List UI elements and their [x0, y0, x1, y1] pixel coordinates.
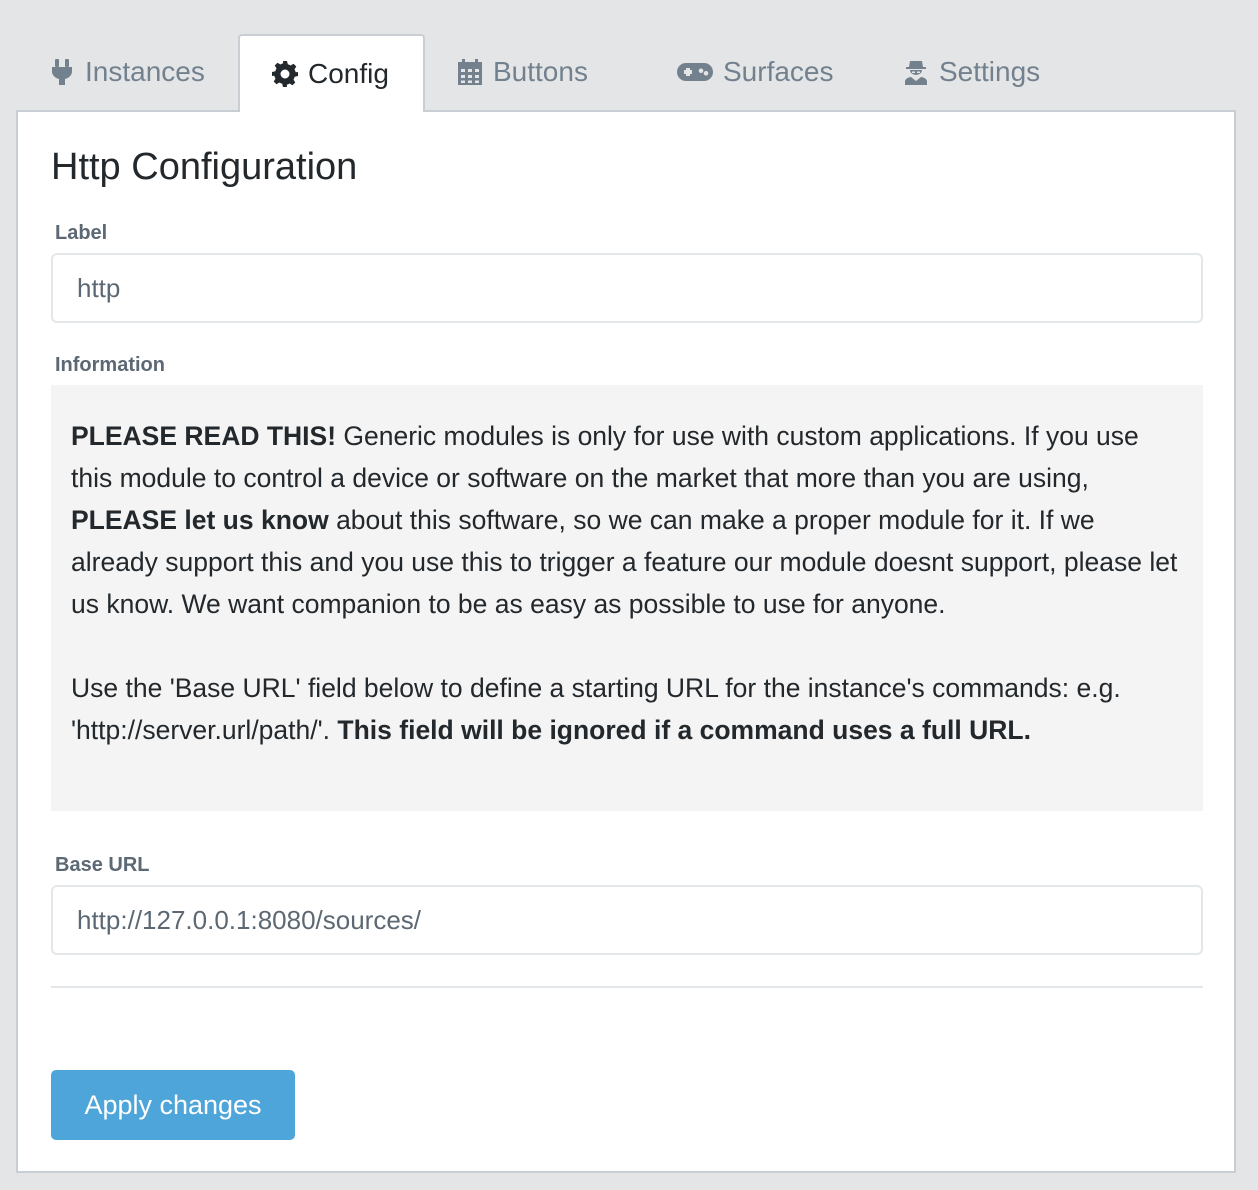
- information-box: PLEASE READ THIS! Generic modules is onl…: [51, 385, 1203, 811]
- info-ignored-bold: This field will be ignored if a command …: [337, 715, 1031, 745]
- user-secret-icon: [905, 61, 927, 85]
- label-field-label: Label: [55, 222, 108, 244]
- base-url-label: Base URL: [55, 854, 150, 876]
- tab-buttons[interactable]: Buttons: [425, 34, 645, 110]
- page-title: Http Configuration: [51, 146, 358, 188]
- tab-surfaces[interactable]: Surfaces: [645, 34, 871, 110]
- label-input[interactable]: [51, 253, 1203, 323]
- gamepad-icon: [677, 63, 713, 81]
- apply-changes-button[interactable]: Apply changes: [51, 1070, 295, 1140]
- base-url-input[interactable]: [51, 885, 1203, 955]
- tab-config-label: Config: [308, 58, 389, 89]
- tab-surfaces-label: Surfaces: [723, 56, 834, 87]
- gear-icon: [272, 61, 298, 87]
- information-paragraph-1: PLEASE READ THIS! Generic modules is onl…: [71, 415, 1183, 625]
- tab-instances-label: Instances: [85, 56, 205, 87]
- nav-tabs: Instances Config Buttons Surfaces Settin…: [17, 34, 1061, 112]
- calendar-grid-icon: [458, 59, 482, 85]
- info-warning-bold: PLEASE READ THIS!: [71, 421, 337, 451]
- information-paragraph-2: Use the 'Base URL' field below to define…: [71, 667, 1183, 751]
- tab-buttons-label: Buttons: [493, 56, 588, 87]
- tab-instances[interactable]: Instances: [17, 34, 238, 110]
- tab-settings-label: Settings: [939, 56, 1041, 87]
- divider: [51, 986, 1203, 988]
- config-panel: Http Configuration Label Information PLE…: [16, 110, 1236, 1173]
- tab-config[interactable]: Config: [238, 34, 425, 112]
- tab-settings[interactable]: Settings: [871, 34, 1061, 110]
- information-label: Information: [55, 354, 165, 376]
- plug-icon: [51, 59, 73, 85]
- info-let-us-know-bold: PLEASE let us know: [71, 505, 329, 535]
